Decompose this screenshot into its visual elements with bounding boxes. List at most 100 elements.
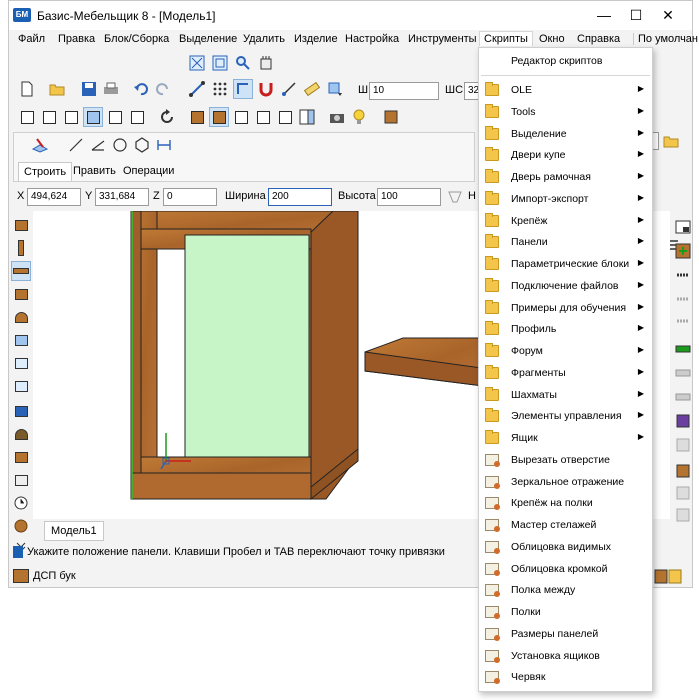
groove-disabled-button[interactable] [673,483,693,503]
front-panel-tool[interactable] [11,215,31,235]
menu-script-item[interactable]: Полка между [479,580,652,601]
clock-tool[interactable] [11,493,31,513]
menu-folder-item[interactable]: Tools ▶ [479,102,652,123]
status-material-buttons[interactable] [653,567,683,585]
menu-selection[interactable]: Выделение [179,33,237,45]
menu-script-item[interactable]: Размеры панелей [479,624,652,645]
view-perspective-button[interactable] [127,107,147,127]
open-file-button[interactable] [47,79,67,99]
menu-folder-item[interactable]: Элементы управления ▶ [479,406,652,427]
menu-script-item[interactable]: Зеркальное отражение [479,472,652,493]
zoom-window-button[interactable] [210,53,230,73]
view-left-button[interactable] [61,107,81,127]
close-button[interactable]: ✕ [653,4,683,26]
vertical-panel-tool[interactable] [11,238,31,258]
menu-product[interactable]: Изделие [294,33,338,45]
cutout-disabled-button[interactable] [673,435,693,455]
menu-script-item[interactable]: Червяк [479,667,652,688]
horizontal-dim-tool[interactable] [11,376,31,396]
panel-layout-button[interactable] [297,107,317,127]
snap-corner-button[interactable] [233,79,253,99]
menu-help[interactable]: Справка [577,33,620,45]
view-back-button[interactable] [39,107,59,127]
horizontal-panel-tool[interactable] [11,261,31,281]
minimize-button[interactable]: — [589,4,619,26]
add-element-button[interactable] [673,241,693,261]
menu-folder-item[interactable]: Крепёж ▶ [479,211,652,232]
menu-scripts[interactable]: Скрипты [479,31,533,46]
undo-button[interactable] [131,79,151,99]
new-file-button[interactable] [17,79,37,99]
menu-script-item[interactable]: Вырезать отверстие [479,450,652,471]
view-panel-button[interactable] [673,217,693,237]
menu-script-item[interactable]: Установка ящиков [479,646,652,667]
ball-tool[interactable] [11,516,31,536]
menu-folder-item[interactable]: Дверь рамочная ▶ [479,167,652,188]
height-input[interactable]: 100 [377,188,441,206]
material-button[interactable] [381,107,401,127]
curved-panel-tool[interactable] [11,307,31,327]
angle-line-tool-button[interactable] [88,135,108,155]
menu-settings[interactable]: Настройка [345,33,399,45]
menu-folder-item[interactable]: Импорт-экспорт ▶ [479,189,652,210]
menu-folder-item[interactable]: Шахматы ▶ [479,385,652,406]
menu-block[interactable]: Блок/Сборка [104,33,169,45]
camera-button[interactable] [327,107,347,127]
measure-button[interactable] [279,79,299,99]
view-top-button[interactable] [105,107,125,127]
tab-edit[interactable]: Править [68,162,121,180]
menu-delete[interactable]: Удалить [243,33,285,45]
view-iso-button[interactable] [83,107,103,127]
fastener-remove-button[interactable] [673,311,693,331]
y-input[interactable]: 331,684 [95,188,149,206]
render-wireframe-button[interactable] [231,107,251,127]
edge-band-remove-button[interactable] [673,387,693,407]
menu-folder-item[interactable]: Двери купе ▶ [479,145,652,166]
render-edges-button[interactable] [275,107,295,127]
menu-folder-item[interactable]: Ящик ▶ [479,428,652,449]
ruler-button[interactable] [302,79,322,99]
menu-folder-item[interactable]: Параметрические блоки ▶ [479,254,652,275]
niche-tool[interactable] [11,330,31,350]
light-button[interactable] [349,107,369,127]
profile-tool[interactable] [11,470,31,490]
menu-script-item[interactable]: Крепёж на полки [479,493,652,514]
rotate-view-button[interactable] [157,107,177,127]
menu-folder-item[interactable]: Выделение ▶ [479,124,652,145]
zoom-button[interactable] [233,53,253,73]
menu-script-item[interactable]: Облицовка видимых [479,537,652,558]
zoom-fit-button[interactable] [187,53,207,73]
render-hidden-button[interactable] [253,107,273,127]
width-input[interactable]: 200 [268,188,332,206]
menu-folder-item[interactable]: Примеры для обучения ▶ [479,298,652,319]
status-material[interactable]: ДСП бук [13,566,313,586]
box-panel-tool[interactable] [11,284,31,304]
menu-edit[interactable]: Правка [58,33,95,45]
redo-button[interactable] [153,79,173,99]
dimension-tool-button[interactable] [154,135,174,155]
right-folder-button[interactable] [661,131,681,151]
circle-tool-button[interactable] [110,135,130,155]
menu-folder-item[interactable]: Профиль ▶ [479,319,652,340]
x-input[interactable]: 494,624 [27,188,81,206]
render-textured-button[interactable] [209,107,229,127]
cutout-button[interactable] [673,411,693,431]
arch-tool[interactable] [11,424,31,444]
back-wall-tool[interactable] [11,401,31,421]
menu-script-item[interactable]: Полки [479,602,652,623]
vertical-dim-tool[interactable] [11,353,31,373]
cut-toggle-button[interactable] [445,187,465,207]
maximize-button[interactable]: ☐ [621,4,651,26]
polygon-tool-button[interactable] [132,135,152,155]
tab-operations[interactable]: Операции [118,162,179,180]
menu-script-item[interactable]: Облицовка кромкой [479,559,652,580]
menu-folder-item[interactable]: Подключение файлов ▶ [479,276,652,297]
menu-window[interactable]: Окно [539,33,565,45]
menu-folder-item[interactable]: Форум ▶ [479,341,652,362]
fastener-disabled-button[interactable] [673,289,693,309]
groove-button[interactable] [673,461,693,481]
snap-grid-button[interactable] [187,79,207,99]
grid-points-button[interactable] [210,79,230,99]
menu-default[interactable]: По умолчан [633,33,698,45]
print-button[interactable] [101,79,121,99]
